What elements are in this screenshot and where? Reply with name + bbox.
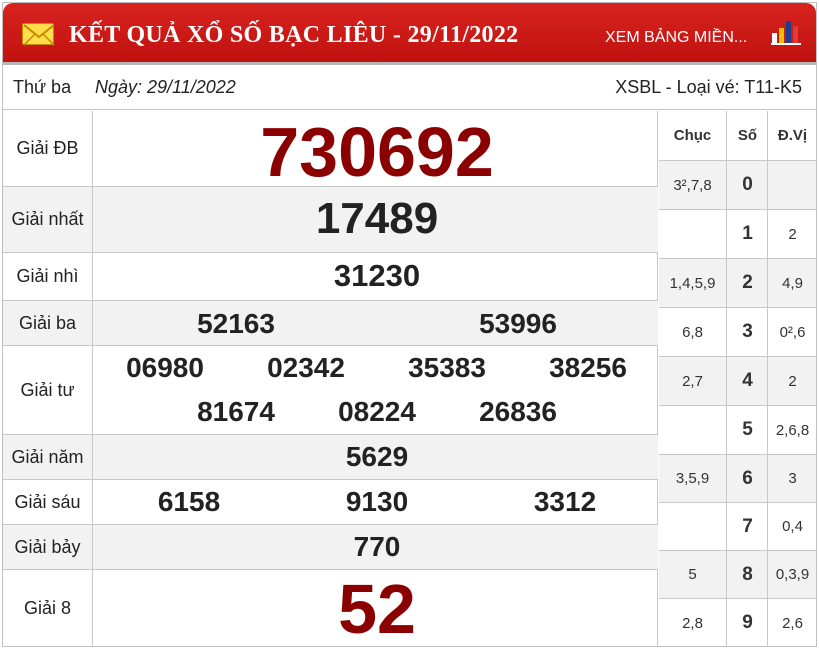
prize-number: 35383 — [408, 352, 486, 383]
so-cell: 0 — [728, 161, 768, 209]
prize-number: 5629 — [345, 441, 409, 472]
prize-number: 26836 — [479, 396, 557, 427]
dvi-cell: 0²,6 — [779, 323, 806, 341]
col-header-dvi: Đ.Vị — [777, 127, 808, 144]
dvi-cell: 3 — [788, 470, 797, 487]
chuc-cell — [659, 503, 727, 550]
prize-row-sixth: Giải sáu 6158 9130 3312 — [3, 480, 658, 525]
prize-row-third: Giải ba 52163 53996 — [3, 301, 658, 346]
loto-row: 3²,7,8 0 — [659, 161, 816, 210]
dvi-cell: 0,3,9 — [775, 566, 810, 583]
prize-number: 31230 — [333, 258, 421, 293]
chuc-cell: 6,8 — [659, 308, 727, 356]
prize-number: 17489 — [315, 194, 439, 243]
prize-label: Giải sáu — [3, 480, 93, 524]
chuc-cell: 5 — [659, 551, 727, 598]
bar-chart-icon[interactable] — [771, 17, 801, 45]
dvi-cell: 4,9 — [782, 274, 803, 292]
prize-number: 81674 — [197, 396, 275, 427]
prize-row-second: Giải nhì 31230 — [3, 253, 658, 301]
loto-row: 2,8 9 2,6 — [659, 599, 816, 647]
prize-row-special: Giải ĐB 730692 — [3, 111, 658, 191]
prize-row-first: Giải nhất 17489 — [3, 187, 658, 253]
envelope-icon — [22, 23, 55, 46]
prize-row-seventh: Giải bảy 770 — [3, 525, 658, 570]
loto-row: 1,4,5,9 2 4,9 — [659, 259, 816, 308]
prize-row-eighth: Giải 8 52 — [3, 570, 658, 648]
eighth-prize-number: 52 — [338, 570, 416, 648]
chuc-cell: 2,8 — [659, 599, 727, 647]
prize-label: Giải nhất — [3, 187, 93, 252]
chuc-cell: 1,4,5,9 — [659, 259, 727, 307]
loto-row: 2,7 4 2 — [659, 357, 816, 406]
prize-number: 02342 — [267, 352, 345, 383]
prize-number: 770 — [353, 531, 401, 562]
ticket-type: XSBL - Loại vé: T11-K5 — [615, 77, 802, 97]
prize-number: 53996 — [479, 308, 557, 339]
dvi-cell: 2,6,8 — [775, 421, 810, 439]
chuc-cell: 3²,7,8 — [659, 161, 727, 209]
view-region-table-link[interactable]: XEM BẢNG MIỀN... — [605, 29, 747, 47]
loto-head-tail-table: Chục Số Đ.Vị 3²,7,8 0 1 2 1,4,5,9 2 4,9 … — [659, 111, 816, 647]
lottery-result-panel: KẾT QUẢ XỔ SỐ BẠC LIÊU - 29/11/2022 XEM … — [2, 2, 817, 648]
prize-number: 9130 — [345, 486, 409, 517]
so-cell: 4 — [728, 357, 768, 405]
loto-row: 5 8 0,3,9 — [659, 551, 816, 599]
chuc-cell — [659, 406, 727, 454]
loto-row: 3,5,9 6 3 — [659, 455, 816, 503]
loto-row: 1 2 — [659, 210, 816, 259]
loto-row: 6,8 3 0²,6 — [659, 308, 816, 357]
prize-label: Giải nhì — [3, 253, 93, 300]
so-cell: 5 — [728, 406, 768, 454]
dvi-cell: 2 — [788, 225, 797, 243]
dvi-cell: 2,6 — [782, 614, 803, 632]
prize-label: Giải 8 — [3, 570, 93, 647]
special-prize-number: 730692 — [260, 113, 494, 191]
dvi-cell: 2 — [788, 372, 797, 390]
draw-info-row: Thứ ba Ngày: 29/11/2022 XSBL - Loại vé: … — [3, 68, 816, 110]
so-cell: 2 — [728, 259, 768, 307]
col-header-chuc: Chục — [659, 111, 727, 160]
loto-header-row: Chục Số Đ.Vị — [659, 111, 816, 161]
prize-number: 3312 — [533, 486, 597, 517]
prize-label: Giải tư — [3, 346, 93, 434]
prize-label: Giải ba — [3, 301, 93, 345]
draw-date: Ngày: 29/11/2022 — [95, 77, 236, 97]
loto-row: 7 0,4 — [659, 503, 816, 551]
so-cell: 1 — [728, 210, 768, 258]
dvi-cell: 0,4 — [782, 518, 803, 535]
prize-number: 52163 — [197, 308, 275, 339]
header-bar: KẾT QUẢ XỔ SỐ BẠC LIÊU - 29/11/2022 XEM … — [3, 3, 816, 65]
prize-number: 06980 — [126, 352, 204, 383]
chuc-cell: 3,5,9 — [659, 455, 727, 502]
so-cell: 8 — [728, 551, 768, 598]
so-cell: 6 — [728, 455, 768, 502]
page-title: KẾT QUẢ XỔ SỐ BẠC LIÊU - 29/11/2022 — [69, 22, 519, 48]
prize-number: 08224 — [338, 396, 416, 427]
prize-label: Giải bảy — [3, 525, 93, 569]
prize-number: 6158 — [157, 486, 221, 517]
prize-label: Giải năm — [3, 435, 93, 479]
so-cell: 9 — [728, 599, 768, 647]
loto-row: 5 2,6,8 — [659, 406, 816, 455]
prize-table: Giải ĐB 730692 Giải nhất 17489 Giải nhì … — [3, 111, 658, 648]
weekday: Thứ ba — [13, 77, 72, 97]
prize-row-fifth: Giải năm 5629 — [3, 435, 658, 480]
prize-row-fourth: Giải tư 06980 02342 35383 38256 81674 08… — [3, 346, 658, 435]
prize-number: 38256 — [549, 352, 627, 383]
so-cell: 3 — [728, 308, 768, 356]
prize-label: Giải ĐB — [3, 111, 93, 186]
dvi-cell — [769, 161, 816, 209]
so-cell: 7 — [728, 503, 768, 550]
col-header-so: Số — [728, 111, 768, 160]
chuc-cell: 2,7 — [659, 357, 727, 405]
chuc-cell — [659, 210, 727, 258]
